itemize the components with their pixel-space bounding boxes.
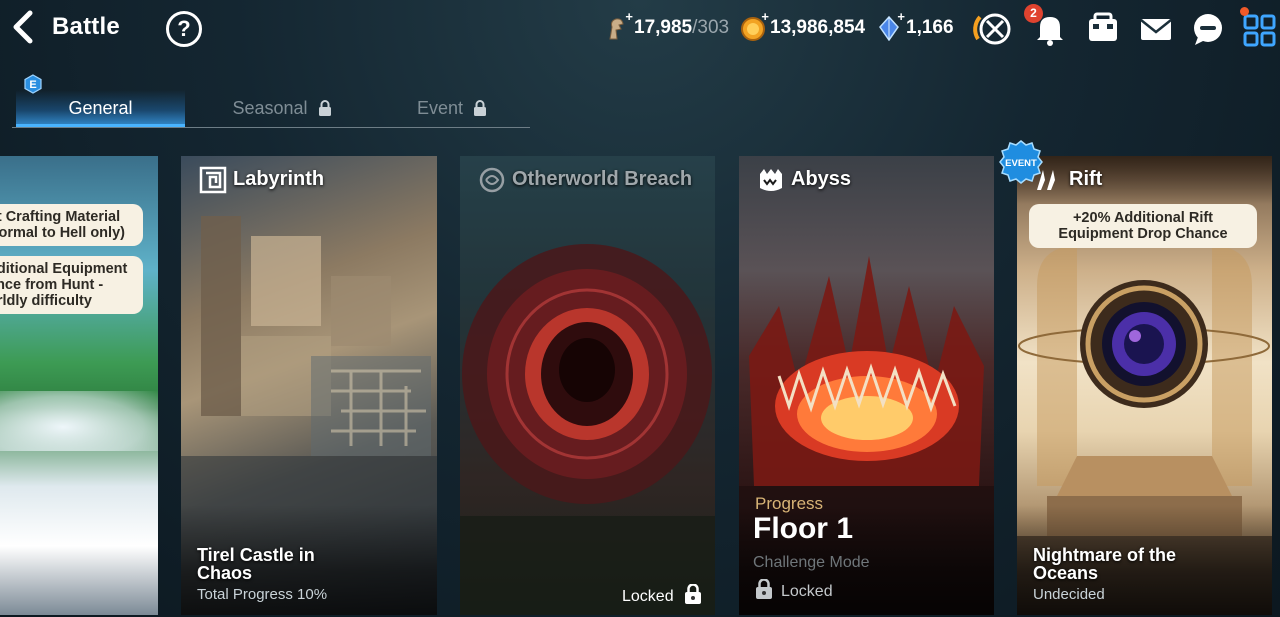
stamina-counter[interactable]: + 17,985 /303 bbox=[604, 9, 730, 41]
menu-alert-dot bbox=[1240, 7, 1249, 16]
hunt-note1-line2: Normal to Hell only) bbox=[0, 225, 125, 241]
hunt-bonus-pill-2: dditional Equipment ance from Hunt - orl… bbox=[0, 256, 143, 314]
crystal-counter[interactable]: + 1,166 bbox=[876, 9, 954, 42]
card-otherworld-breach[interactable]: Otherworld Breach Locked bbox=[460, 156, 715, 615]
labyrinth-icon bbox=[199, 166, 227, 194]
card-abyss[interactable]: Abyss Progress Floor 1 Challenge Mode Lo… bbox=[739, 156, 994, 615]
tab-general[interactable]: General bbox=[16, 90, 185, 127]
abyss-lock-status: Locked bbox=[755, 578, 833, 604]
inventory-icon[interactable] bbox=[1083, 9, 1123, 49]
tab-general-label: General bbox=[68, 98, 133, 118]
tab-seasonal[interactable]: Seasonal bbox=[212, 90, 352, 127]
rift-stage-line1: Nightmare of the bbox=[1033, 545, 1177, 565]
hunt-note2-line3: orldly difficulty bbox=[0, 293, 92, 309]
top-bar: Battle ? + 17,985 /303 + 13,986,854 + 1,… bbox=[0, 0, 1280, 58]
tab-event-label: Event bbox=[416, 98, 463, 118]
hunt-bonus-pill-1: nt Crafting Material Normal to Hell only… bbox=[0, 204, 143, 246]
battle-tabs: E General Seasonal Event bbox=[12, 72, 530, 130]
lock-icon bbox=[318, 92, 332, 129]
tab-seasonal-label: Seasonal bbox=[232, 98, 308, 118]
help-icon[interactable]: ? bbox=[166, 11, 202, 47]
lock-icon bbox=[755, 578, 773, 604]
card-rift[interactable]: Rift +20% Additional Rift Equipment Drop… bbox=[1017, 156, 1272, 615]
event-badge: EVENT bbox=[999, 140, 1043, 184]
rift-bonus-line1: +20% Additional Rift bbox=[1072, 210, 1214, 226]
abyss-floor: Floor 1 bbox=[753, 512, 854, 545]
hunt-note2-line2: ance from Hunt - bbox=[0, 277, 104, 293]
stamina-max: /303 bbox=[692, 17, 730, 38]
labyrinth-stage-line2: Chaos bbox=[197, 563, 253, 583]
lock-icon bbox=[473, 92, 487, 129]
otherworld-lock-status: Locked bbox=[622, 583, 702, 609]
rift-stage-line2: Oceans bbox=[1033, 563, 1099, 583]
abyss-title: Abyss bbox=[791, 168, 852, 190]
card-labyrinth[interactable]: Labyrinth Tirel Castle in Chaos Total Pr… bbox=[181, 156, 437, 615]
labyrinth-title: Labyrinth bbox=[233, 168, 325, 190]
gold-value: 13,986,854 bbox=[770, 17, 866, 38]
abyss-progress-label: Progress bbox=[755, 494, 824, 513]
rift-bonus-line2: Equipment Drop Chance bbox=[1058, 226, 1228, 242]
abyss-status: Locked bbox=[781, 582, 833, 600]
svg-text:EVENT: EVENT bbox=[1005, 158, 1037, 169]
lock-icon bbox=[684, 583, 702, 609]
hunt-note1-line1: nt Crafting Material bbox=[0, 209, 121, 225]
card-hunt[interactable]: nt Crafting Material Normal to Hell only… bbox=[0, 156, 158, 615]
stamina-value: 17,985 bbox=[634, 17, 693, 38]
crystal-icon: + bbox=[876, 9, 905, 42]
gold-counter[interactable]: + 13,986,854 bbox=[740, 9, 866, 41]
abyss-icon bbox=[757, 166, 785, 194]
tab-event[interactable]: Event bbox=[392, 90, 512, 127]
tab-underline bbox=[12, 127, 530, 128]
crystal-value: 1,166 bbox=[906, 17, 954, 38]
rift-status: Undecided bbox=[1033, 586, 1105, 603]
abyss-challenge-mode: Challenge Mode bbox=[753, 554, 870, 571]
rift-bonus-pill: +20% Additional Rift Equipment Drop Chan… bbox=[1029, 204, 1257, 248]
gold-icon: + bbox=[740, 9, 769, 41]
chat-icon[interactable] bbox=[1188, 9, 1228, 49]
mail-icon[interactable] bbox=[1136, 9, 1176, 49]
page-title: Battle bbox=[52, 13, 120, 40]
notification-count-badge: 2 bbox=[1024, 4, 1043, 23]
hunt-clouds bbox=[0, 391, 158, 451]
labyrinth-progress: Total Progress 10% bbox=[197, 586, 328, 603]
stamina-icon: + bbox=[604, 9, 633, 41]
back-arrow-icon[interactable] bbox=[8, 10, 42, 44]
auto-battle-icon[interactable] bbox=[972, 9, 1012, 49]
hunt-note2-line1: dditional Equipment bbox=[0, 261, 128, 277]
otherworld-status: Locked bbox=[622, 587, 674, 605]
rift-title: Rift bbox=[1069, 168, 1103, 190]
labyrinth-stage-line1: Tirel Castle in bbox=[197, 545, 315, 565]
locked-dim-overlay bbox=[460, 156, 715, 615]
